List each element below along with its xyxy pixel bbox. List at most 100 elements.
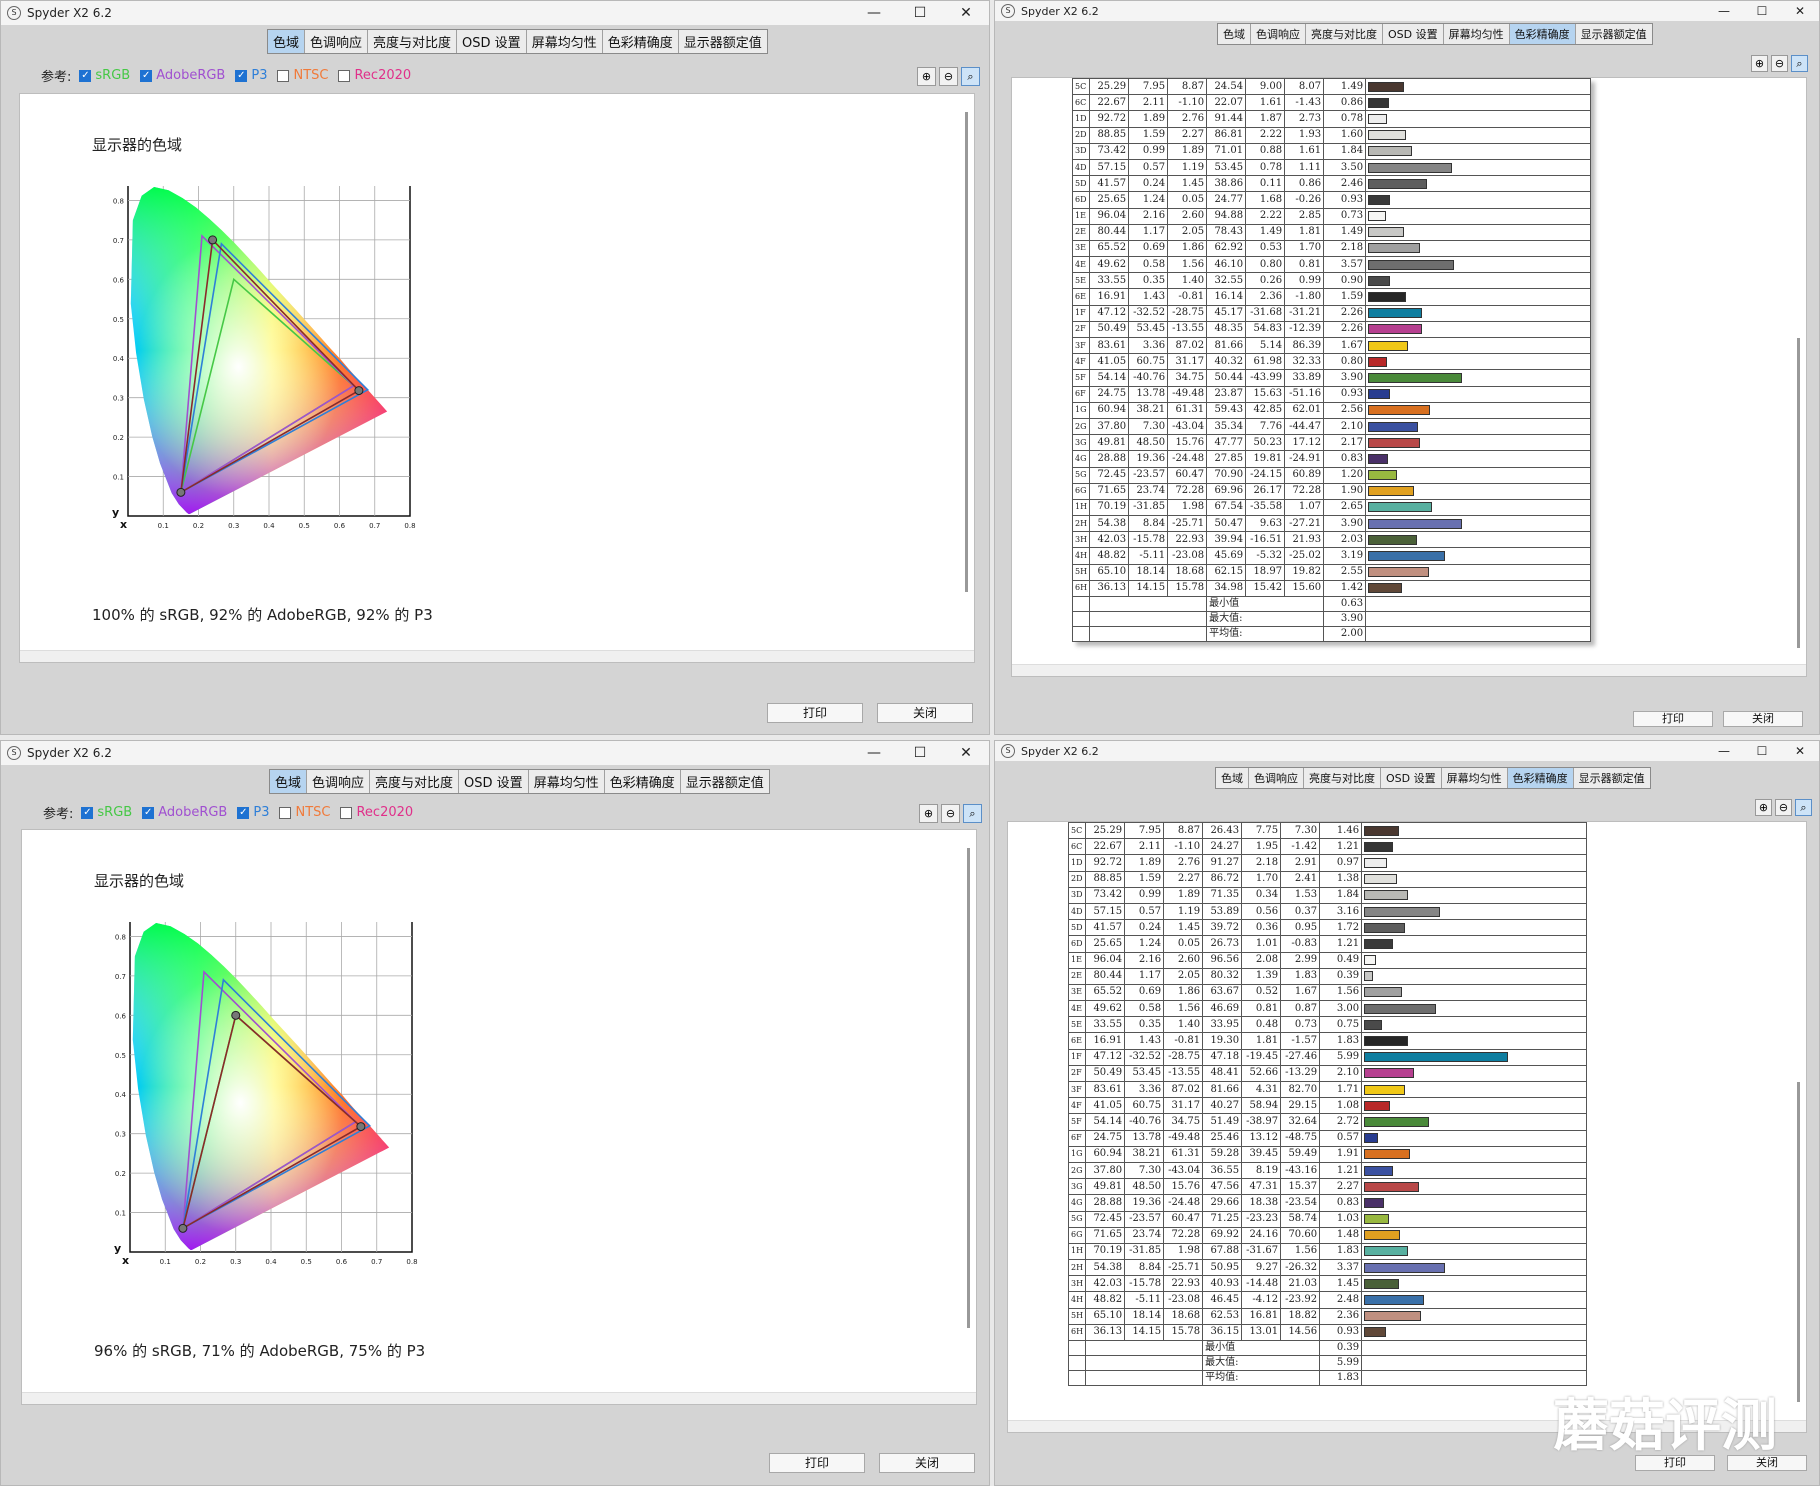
ref-rec2020-checkbox[interactable]: Rec2020 (340, 805, 413, 820)
table-row: 2F 50.49 53.45 -13.55 48.35 54.83 -12.39 2.26 (1071, 320, 1592, 339)
tab-gamut[interactable]: 色域 (1216, 768, 1249, 788)
title-bar[interactable]: S Spyder X2 6.2 — ☐ ✕ (995, 1, 1819, 21)
tab-uniformity[interactable]: 屏幕均匀性 (1444, 24, 1510, 44)
tab-display-rating[interactable]: 显示器额定值 (679, 30, 767, 53)
ref-ntsc-checkbox[interactable]: NTSC (279, 805, 330, 820)
tab-gamut[interactable]: 色域 (1218, 24, 1251, 44)
tab-brightness-contrast[interactable]: 亮度与对比度 (370, 770, 460, 793)
y-tick-label: 0.5 (115, 1052, 126, 1060)
tab-tone-response[interactable]: 色调响应 (1251, 24, 1306, 44)
delta-e: 1.49 (1323, 78, 1367, 96)
tab-display-rating[interactable]: 显示器额定值 (681, 770, 769, 793)
lab-value: 59.43 (1206, 401, 1247, 419)
zoom-fit-icon[interactable]: ⌕ (963, 804, 982, 823)
tab-osd-settings[interactable]: OSD 设置 (457, 30, 527, 53)
tab-gamut[interactable]: 色域 (270, 770, 308, 793)
close-window-button[interactable]: ✕ (943, 741, 989, 765)
tab-color-accuracy[interactable]: 色彩精确度 (603, 30, 679, 53)
tab-osd-settings[interactable]: OSD 设置 (1381, 768, 1442, 788)
zoom-out-icon[interactable]: ⊖ (941, 804, 960, 823)
close-button[interactable]: 关闭 (877, 703, 973, 723)
maximize-button[interactable]: ☐ (1743, 741, 1781, 761)
zoom-out-icon[interactable]: ⊖ (939, 67, 958, 86)
lab-value: 54.14 (1085, 1113, 1126, 1131)
tab-osd-settings[interactable]: OSD 设置 (1383, 24, 1444, 44)
ref-rec2020-checkbox[interactable]: Rec2020 (338, 68, 411, 83)
tab-brightness-contrast[interactable]: 亮度与对比度 (1306, 24, 1383, 44)
patch-id: 3G (1071, 434, 1091, 452)
x-tick-label: 0.1 (158, 522, 169, 530)
zoom-out-icon[interactable]: ⊖ (1771, 55, 1788, 72)
tab-color-accuracy[interactable]: 色彩精确度 (1507, 768, 1574, 788)
vertical-scrollbar[interactable] (1797, 338, 1800, 648)
tab-display-rating[interactable]: 显示器额定值 (1574, 768, 1650, 788)
maximize-button[interactable]: ☐ (897, 1, 943, 25)
zoom-in-icon[interactable]: ⊕ (1755, 799, 1772, 816)
tab-brightness-contrast[interactable]: 亮度与对比度 (1304, 768, 1381, 788)
patch-id: 2G (1067, 1161, 1087, 1180)
delta-e: 0.97 (1319, 854, 1363, 872)
bar-cell (1361, 983, 1588, 1002)
table-row: 5C 25.29 7.95 8.87 24.54 9.00 8.07 1.49 (1071, 78, 1592, 96)
ref-adobergb-checkbox[interactable]: ✓ AdobeRGB (140, 68, 225, 83)
tab-uniformity[interactable]: 屏幕均匀性 (1442, 768, 1508, 788)
print-button[interactable]: 打印 (769, 1453, 865, 1473)
maximize-button[interactable]: ☐ (897, 741, 943, 765)
title-bar[interactable]: S Spyder X2 6.2 — ☐ ✕ (1, 741, 989, 765)
delta-e: 1.67 (1323, 336, 1367, 355)
ref-p3-checkbox[interactable]: ✓ P3 (237, 805, 269, 820)
lab-value: 48.35 (1206, 320, 1247, 339)
ref-ntsc-checkbox[interactable]: NTSC (277, 68, 328, 83)
zoom-in-icon[interactable]: ⊕ (917, 67, 936, 86)
summary-value: 0.39 (1319, 1340, 1363, 1356)
zoom-fit-icon[interactable]: ⌕ (961, 67, 980, 86)
close-window-button[interactable]: ✕ (943, 1, 989, 25)
title-bar[interactable]: S Spyder X2 6.2 — ☐ ✕ (995, 741, 1819, 761)
patch-id: 3H (1067, 1275, 1087, 1293)
vertical-scrollbar[interactable] (1797, 1082, 1800, 1402)
vertical-scrollbar[interactable] (965, 112, 968, 592)
tab-display-rating[interactable]: 显示器额定值 (1576, 24, 1652, 44)
minimize-button[interactable]: — (851, 1, 897, 25)
zoom-out-icon[interactable]: ⊖ (1775, 799, 1792, 816)
ref-srgb-checkbox[interactable]: ✓ sRGB (79, 68, 130, 83)
ref-srgb-checkbox[interactable]: ✓ sRGB (81, 805, 132, 820)
tab-tone-response[interactable]: 色调响应 (307, 770, 371, 793)
title-bar[interactable]: S Spyder X2 6.2 — ☐ ✕ (1, 1, 989, 25)
tab-tone-response[interactable]: 色调响应 (305, 30, 369, 53)
tab-uniformity[interactable]: 屏幕均匀性 (529, 770, 605, 793)
ref-adobergb-checkbox[interactable]: ✓ AdobeRGB (142, 805, 227, 820)
lab-value: -1.10 (1163, 838, 1204, 856)
zoom-in-icon[interactable]: ⊕ (919, 804, 938, 823)
zoom-fit-icon[interactable]: ⌕ (1791, 55, 1808, 72)
close-button[interactable]: 关闭 (879, 1453, 975, 1473)
vertical-scrollbar[interactable] (967, 848, 970, 1328)
patch-id: 6H (1071, 579, 1091, 598)
tab-uniformity[interactable]: 屏幕均匀性 (527, 30, 603, 53)
tab-tone-response[interactable]: 色调响应 (1249, 768, 1304, 788)
tab-osd-settings[interactable]: OSD 设置 (459, 770, 529, 793)
maximize-button[interactable]: ☐ (1743, 1, 1781, 21)
bar-cell (1361, 1000, 1588, 1018)
ref-p3-checkbox[interactable]: ✓ P3 (235, 68, 267, 83)
close-button[interactable]: 关闭 (1723, 711, 1803, 727)
horizontal-scrollbar[interactable] (22, 1392, 976, 1404)
horizontal-scrollbar[interactable] (1012, 664, 1806, 676)
tab-color-accuracy[interactable]: 色彩精确度 (1509, 24, 1576, 44)
minimize-button[interactable]: — (1705, 741, 1743, 761)
tab-gamut[interactable]: 色域 (268, 30, 306, 53)
print-button[interactable]: 打印 (767, 703, 863, 723)
print-button[interactable]: 打印 (1633, 711, 1713, 727)
tab-color-accuracy[interactable]: 色彩精确度 (605, 770, 681, 793)
minimize-button[interactable]: — (1705, 1, 1743, 21)
lab-value: 62.01 (1284, 401, 1325, 419)
tab-brightness-contrast[interactable]: 亮度与对比度 (368, 30, 458, 53)
close-window-button[interactable]: ✕ (1781, 741, 1819, 761)
lab-value: 18.38 (1241, 1194, 1282, 1212)
horizontal-scrollbar[interactable] (20, 650, 974, 662)
minimize-button[interactable]: — (851, 741, 897, 765)
close-window-button[interactable]: ✕ (1781, 1, 1819, 21)
lab-value: -43.16 (1280, 1161, 1321, 1180)
zoom-in-icon[interactable]: ⊕ (1751, 55, 1768, 72)
zoom-fit-icon[interactable]: ⌕ (1795, 799, 1812, 816)
